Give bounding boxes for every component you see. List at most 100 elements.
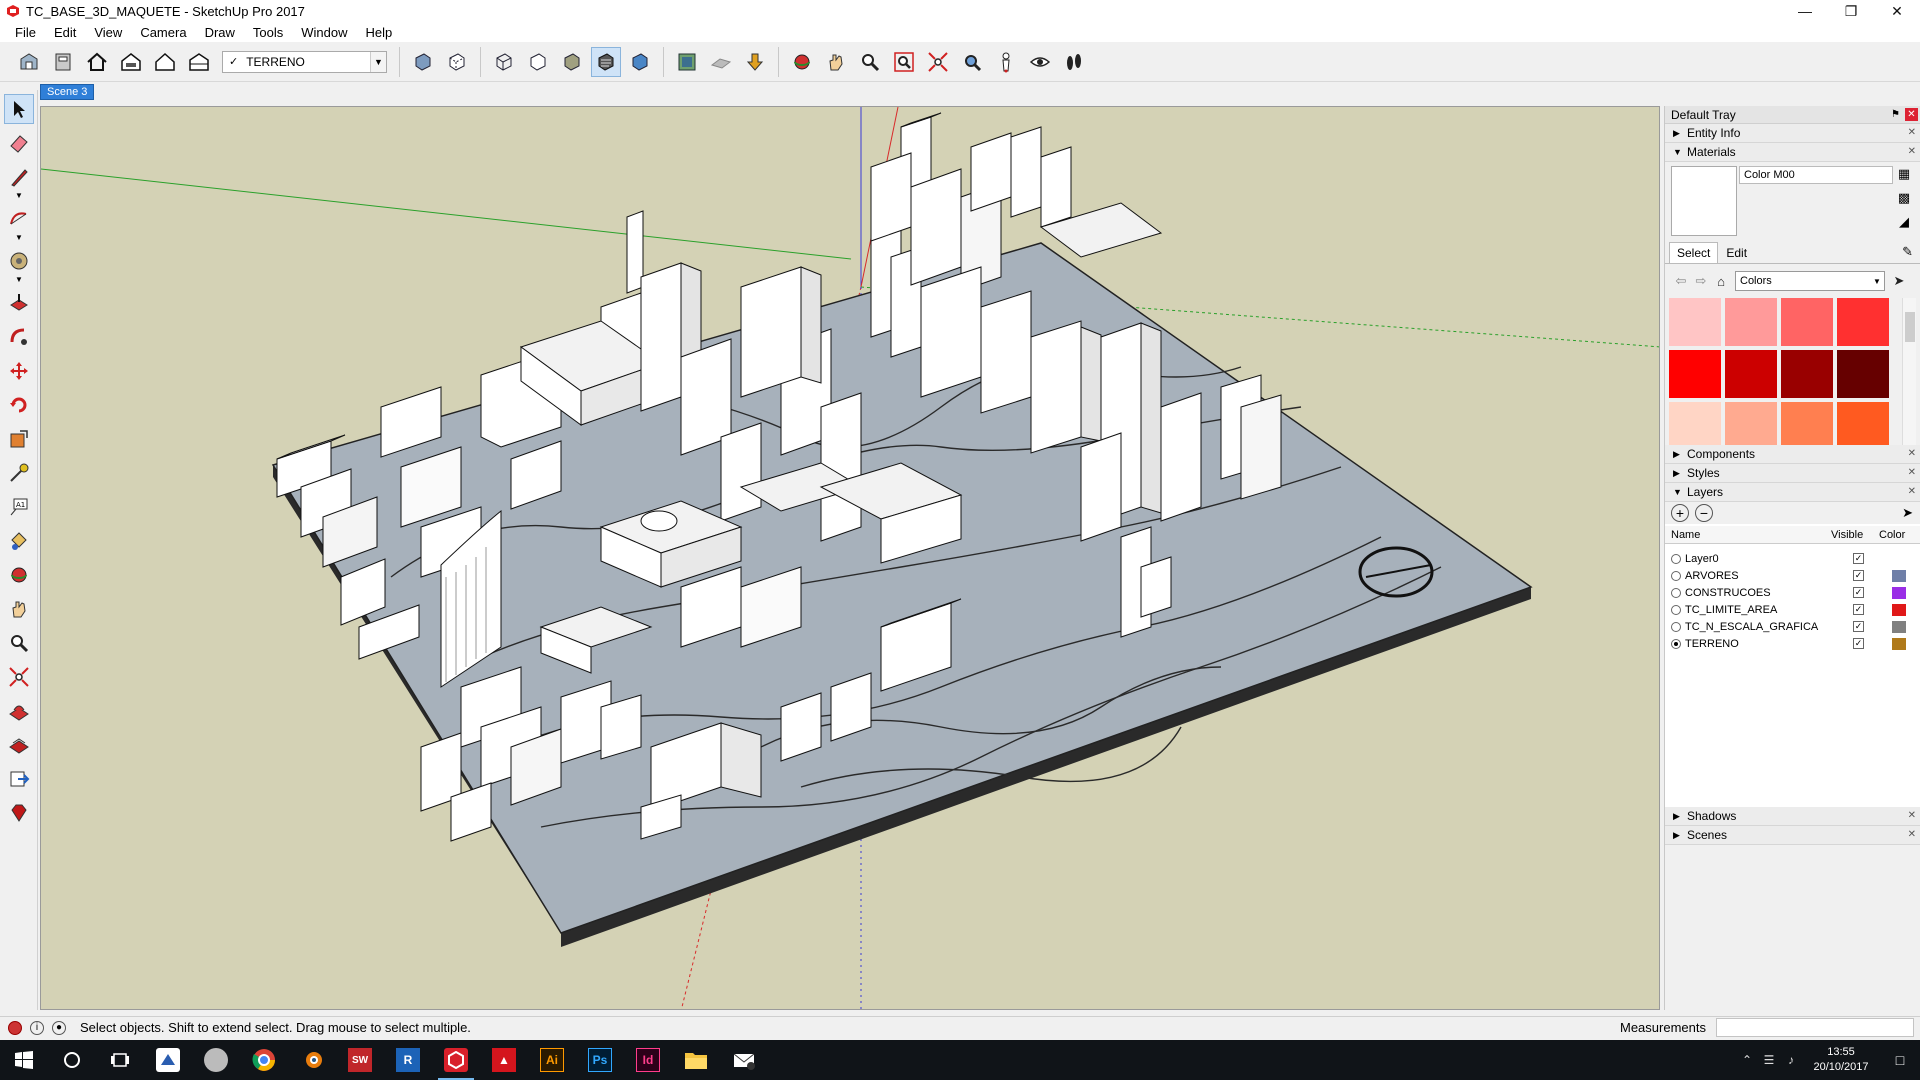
task-view-icon[interactable]: [96, 1040, 144, 1080]
visible-checkbox[interactable]: ✓: [1853, 638, 1864, 649]
notification-icon[interactable]: □: [1880, 1052, 1920, 1068]
material-swatch[interactable]: [1669, 350, 1721, 398]
extension-warehouse-icon[interactable]: [48, 47, 78, 77]
column-visible[interactable]: Visible: [1825, 529, 1873, 541]
panel-entity-info[interactable]: ▶ Entity Info ✕: [1665, 124, 1920, 143]
previous-view-icon[interactable]: [957, 47, 987, 77]
collection-select[interactable]: Colors ▼: [1735, 271, 1885, 291]
home-icon[interactable]: ⌂: [1711, 271, 1731, 291]
push-pull-icon[interactable]: [4, 288, 34, 318]
panel-layers[interactable]: ▼ Layers ✕: [1665, 483, 1920, 502]
menu-edit[interactable]: Edit: [45, 25, 85, 40]
zoom-icon[interactable]: [4, 628, 34, 658]
scale-icon[interactable]: [4, 424, 34, 454]
material-swatch[interactable]: [1781, 402, 1833, 450]
solidworks-icon[interactable]: SW: [336, 1040, 384, 1080]
pan-icon[interactable]: [4, 594, 34, 624]
move-icon[interactable]: [4, 356, 34, 386]
orbit-icon[interactable]: [787, 47, 817, 77]
visible-checkbox[interactable]: ✓: [1853, 553, 1864, 564]
menu-help[interactable]: Help: [357, 25, 402, 40]
material-swatch[interactable]: [1669, 402, 1721, 450]
layer-row[interactable]: TC_LIMITE_AREA ✓: [1665, 601, 1920, 618]
follow-me-icon[interactable]: [4, 322, 34, 352]
active-layer-radio[interactable]: [1671, 587, 1681, 598]
indesign-icon[interactable]: Id: [624, 1040, 672, 1080]
tab-select[interactable]: Select: [1669, 242, 1719, 263]
export-icon[interactable]: [4, 764, 34, 794]
close-icon[interactable]: ✕: [1908, 829, 1916, 840]
back-edges-icon[interactable]: [442, 47, 472, 77]
layer-color-swatch[interactable]: [1892, 603, 1906, 616]
material-swatch[interactable]: [1837, 298, 1889, 346]
pan-icon[interactable]: [821, 47, 851, 77]
close-icon[interactable]: ✕: [1908, 810, 1916, 821]
menu-tools[interactable]: Tools: [244, 25, 292, 40]
visible-checkbox[interactable]: ✓: [1853, 621, 1864, 632]
panel-materials[interactable]: ▼ Materials ✕: [1665, 143, 1920, 162]
chevron-down-icon[interactable]: ▼: [4, 192, 34, 200]
sample-paint-icon[interactable]: ✎: [1902, 244, 1913, 260]
xray-icon[interactable]: [408, 47, 438, 77]
ruby-icon[interactable]: [4, 798, 34, 828]
cortana-icon[interactable]: [48, 1040, 96, 1080]
delete-layer-icon[interactable]: −: [1695, 504, 1713, 522]
material-swatch[interactable]: [1725, 402, 1777, 450]
layer-row[interactable]: CONSTRUCOES ✓: [1665, 584, 1920, 601]
menu-view[interactable]: View: [85, 25, 131, 40]
pin-icon[interactable]: ⚑: [1889, 108, 1902, 121]
layer-row[interactable]: ARVORES ✓: [1665, 567, 1920, 584]
material-swatch[interactable]: [1837, 402, 1889, 450]
panel-styles[interactable]: ▶ Styles ✕: [1665, 464, 1920, 483]
info-icon[interactable]: i: [30, 1020, 44, 1035]
chrome-icon[interactable]: [240, 1040, 288, 1080]
close-icon[interactable]: ✕: [1908, 486, 1916, 497]
text-icon[interactable]: A1: [4, 492, 34, 522]
wifi-icon[interactable]: ☰: [1758, 1053, 1780, 1067]
details-icon[interactable]: ➤: [1889, 271, 1909, 291]
tab-edit[interactable]: Edit: [1718, 242, 1755, 263]
details-icon[interactable]: ➤: [1902, 505, 1913, 521]
model-viewport[interactable]: [40, 106, 1660, 1010]
chevron-down-icon[interactable]: ▼: [370, 51, 386, 72]
layer-color-swatch[interactable]: [1892, 620, 1906, 633]
hidden-line-icon[interactable]: [523, 47, 553, 77]
layer-color-swatch[interactable]: [1892, 553, 1906, 565]
select-icon[interactable]: [4, 94, 34, 124]
layer-color-swatch[interactable]: [1892, 569, 1906, 582]
visible-checkbox[interactable]: ✓: [1853, 604, 1864, 615]
visible-checkbox[interactable]: ✓: [1853, 587, 1864, 598]
material-swatch[interactable]: [1669, 298, 1721, 346]
orbit-icon[interactable]: [4, 560, 34, 590]
sandbox-drape-icon[interactable]: [4, 730, 34, 760]
measurements-input[interactable]: [1716, 1018, 1914, 1037]
close-icon[interactable]: ✕: [1908, 127, 1916, 138]
menu-draw[interactable]: Draw: [196, 25, 244, 40]
house-icon[interactable]: [150, 47, 180, 77]
sketchup-icon[interactable]: [432, 1040, 480, 1080]
menu-window[interactable]: Window: [292, 25, 356, 40]
acrobat-icon[interactable]: ▲: [480, 1040, 528, 1080]
active-layer-radio[interactable]: [1671, 604, 1681, 615]
illustrator-icon[interactable]: Ai: [528, 1040, 576, 1080]
mail-icon[interactable]: [720, 1040, 768, 1080]
close-icon[interactable]: ✕: [1908, 146, 1916, 157]
minimize-button[interactable]: —: [1782, 0, 1828, 22]
active-layer-radio[interactable]: [1671, 570, 1681, 581]
panel-shadows[interactable]: ▶ Shadows ✕: [1665, 807, 1920, 826]
zoom-extents-icon[interactable]: [4, 662, 34, 692]
warehouse-icon[interactable]: [14, 47, 44, 77]
eraser-icon[interactable]: [4, 128, 34, 158]
panel-scenes[interactable]: ▶ Scenes ✕: [1665, 826, 1920, 845]
walk-icon[interactable]: [1059, 47, 1089, 77]
app-icon[interactable]: [144, 1040, 192, 1080]
start-icon[interactable]: [0, 1040, 48, 1080]
rotate-icon[interactable]: [4, 390, 34, 420]
chevron-down-icon[interactable]: ▼: [4, 276, 34, 284]
default-material-icon[interactable]: ◢: [1896, 214, 1912, 230]
user-icon[interactable]: ●: [52, 1020, 66, 1035]
material-swatch[interactable]: [1781, 298, 1833, 346]
column-name[interactable]: Name: [1665, 529, 1825, 541]
close-button[interactable]: ✕: [1874, 0, 1920, 22]
position-camera-icon[interactable]: [991, 47, 1021, 77]
